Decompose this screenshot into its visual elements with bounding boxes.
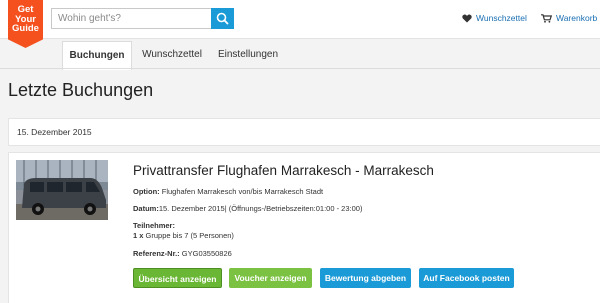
booking-option: Option: Flughafen Marrakesch von/bis Mar… — [133, 187, 323, 196]
date-label: Datum: — [133, 204, 159, 213]
tab-settings[interactable]: Einstellungen — [212, 41, 284, 68]
tab-wishlist[interactable]: Wunschzettel — [134, 41, 210, 68]
booking-image[interactable] — [16, 160, 108, 220]
cart-link[interactable]: Warenkorb — [541, 13, 597, 23]
logo[interactable]: Get Your Guide — [8, 0, 43, 48]
heart-icon — [462, 14, 472, 22]
booking-title[interactable]: Privattransfer Flughafen Marrakesch - Ma… — [133, 163, 434, 178]
search-button[interactable] — [211, 8, 234, 29]
tab-bookings[interactable]: Buchungen — [62, 41, 132, 70]
tab-divider — [0, 68, 600, 69]
top-header: Wunschzettel Warenkorb — [0, 0, 600, 39]
option-value: Flughafen Marrakesch von/bis Marrakesch … — [161, 187, 324, 196]
page-title: Letzte Buchungen — [8, 80, 154, 100]
cart-icon — [541, 13, 552, 23]
van-photo — [16, 160, 108, 220]
tab-bar: Buchungen Wunschzettel Einstellungen — [0, 39, 600, 70]
participants-label: Teilnehmer: — [133, 221, 175, 230]
booking-reference: Referenz-Nr.: GYG03550826 — [133, 249, 232, 258]
participants-value: Gruppe bis 7 (5 Personen) — [145, 231, 234, 240]
search-icon — [216, 12, 229, 25]
wishlist-label: Wunschzettel — [476, 13, 527, 23]
overview-button[interactable]: Übersicht anzeigen — [133, 268, 222, 288]
facebook-post-button[interactable]: Auf Facebook posten — [419, 268, 514, 288]
voucher-button[interactable]: Voucher anzeigen — [229, 268, 312, 288]
reference-label: Referenz-Nr.: — [133, 249, 180, 258]
date-value: 15. Dezember 2015| (Öffnungs-/Betriebsze… — [158, 204, 363, 213]
participants-heading: Teilnehmer: — [133, 221, 175, 230]
search-input[interactable] — [51, 8, 219, 29]
booking-date: Datum:15. Dezember 2015| (Öffnungs-/Betr… — [133, 204, 362, 213]
search-bar — [51, 8, 234, 29]
cart-label: Warenkorb — [556, 13, 598, 23]
option-label: Option: — [133, 187, 160, 196]
participants-count: 1 x — [133, 231, 144, 240]
date-group-label: 15. Dezember 2015 — [17, 127, 92, 137]
logo-text-line3: Guide — [12, 23, 39, 34]
participants-detail: 1 x Gruppe bis 7 (5 Personen) — [133, 231, 234, 240]
booking-card: Privattransfer Flughafen Marrakesch - Ma… — [8, 152, 600, 303]
review-button[interactable]: Bewertung abgeben — [320, 268, 411, 288]
wishlist-link[interactable]: Wunschzettel — [462, 13, 527, 23]
date-group-header: 15. Dezember 2015 — [8, 118, 600, 146]
reference-value: GYG03550826 — [181, 249, 232, 258]
